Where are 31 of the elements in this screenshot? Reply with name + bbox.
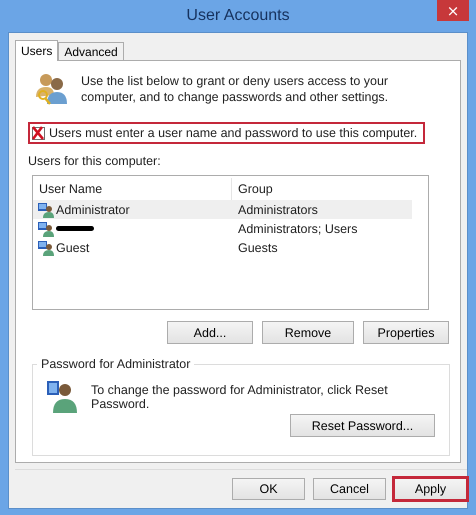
window-title: User Accounts [186,7,290,25]
reset-password-button[interactable]: Reset Password... [290,414,435,437]
list-button[interactable]: Add... [167,321,253,344]
tab[interactable]: Users [15,40,58,61]
user-icon [38,220,54,236]
user-row[interactable]: Administrator Administrators [33,200,412,219]
users-icon [34,71,68,105]
dialog-button[interactable]: OK [232,478,305,500]
close-button[interactable]: × [437,0,469,21]
column-header[interactable]: Group [232,178,412,200]
dialog-button[interactable]: Cancel [313,478,386,500]
list-button[interactable]: Properties [363,321,449,344]
dialog-button[interactable]: Apply [394,478,467,500]
description-text: Use the list below to grant or deny users access to your computer, and to change passwords and other settings. [81,73,390,105]
table-cell: Administrators [238,202,318,216]
user-icon [38,202,54,218]
login-checkbox[interactable]: Users must enter a user name and password to use this computer. [28,122,426,144]
table-cell: Guest [56,240,90,254]
instruction-text: To change the password for Administrator, click Reset Password. [91,382,389,411]
cross-mark-icon [31,126,44,140]
user-row[interactable]: Administrators; Users [33,219,412,238]
group-title: Password for Administrator [37,357,194,371]
table-cell: Guests [238,240,278,254]
user-icon [38,240,54,256]
table-cell: Administrators; Users [238,222,358,236]
user-row[interactable]: Guest Guests [33,238,412,257]
section-label: Users for this computer: [28,154,162,168]
user-icon [47,379,77,413]
tab[interactable]: Advanced [58,42,124,60]
list-button[interactable]: Remove [262,321,354,344]
table-cell: Administrator [56,202,130,216]
